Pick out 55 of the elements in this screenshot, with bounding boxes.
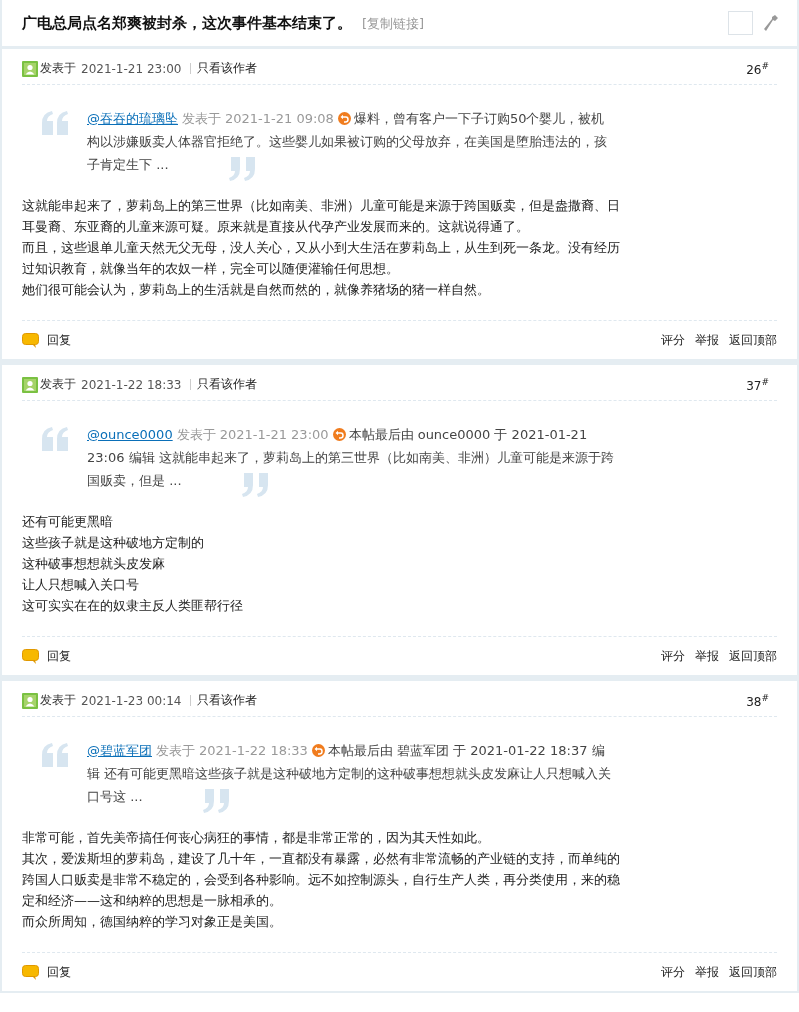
author-only-link[interactable]: 只看该作者 xyxy=(196,692,257,709)
reply-link[interactable]: 回复 xyxy=(22,647,71,665)
action-link[interactable]: 举报 xyxy=(695,331,719,349)
quote-text: @ounce0000 发表于 2021-1-21 23:00 本帖最后由 ounce0000 于 2021-01-21 23:06 编辑 这就能串起来了，萝莉岛上的第三世界（比如南美、非洲）儿童可能是来源于跨国贩卖，但是 ... xyxy=(87,423,617,497)
thread-title: 广电总局点名郑爽被封杀，这次事件基本结束了。 xyxy=(22,13,352,33)
post-text: 这可实实在在的奴隶主反人类匪帮行径 xyxy=(22,597,244,615)
posted-label: 发表于 xyxy=(40,376,76,393)
post-text: 而众所周知，德国纳粹的学习对象正是美国。 xyxy=(22,913,283,931)
quote-mark-icon xyxy=(202,789,231,813)
post-date: 2021-1-22 18:33 xyxy=(81,377,182,392)
quote-mark-icon xyxy=(42,427,70,451)
quote-mark-icon xyxy=(42,743,70,767)
action-link[interactable]: 评分 xyxy=(661,331,685,349)
post-text: 这些孩子就是这种破地方定制的 xyxy=(22,534,205,552)
floor-number: 37$^{#}$ xyxy=(746,376,769,393)
quoted-user-link[interactable]: @ounce0000 xyxy=(87,427,173,442)
quote-mark-icon xyxy=(241,473,270,497)
action-link[interactable]: 返回顶部 xyxy=(729,963,777,981)
quote-mark-icon xyxy=(228,157,257,181)
reply-link[interactable]: 回复 xyxy=(22,331,71,349)
reply-link[interactable]: 回复 xyxy=(22,963,71,981)
post-text: 她们很可能会认为，萝莉岛上的生活就是自然而然的，就像养猪场的猪一样自然。 xyxy=(22,281,491,299)
post-text: 这就能串起来了，萝莉岛上的第三世界（比如南美、非洲）儿童可能是来源于跨国贩卖，但是盎撒裔、日耳曼裔、东亚裔的儿童来源可疑。原来就是直接从代孕产业发展而来的。这就说得通了。 xyxy=(22,197,621,236)
post-text: 非常可能，首先美帝搞任何丧心病狂的事情，都是非常正常的，因为其天性如此。 xyxy=(22,829,491,847)
posted-label: 发表于 xyxy=(40,692,76,709)
quote-text: @吞吞的琉璃坠 发表于 2021-1-21 09:08 爆料，曾有客户一下子订购50个婴儿，被机构以涉嫌贩卖人体器官拒绝了。这些婴儿如果被订购的父母放弃，在美国是堕胎违法的，孩子肯定生下 ... xyxy=(87,107,617,181)
post-text: 这种破事想想就头皮发麻 xyxy=(22,555,166,573)
post-text: 其次，爱泼斯坦的萝莉岛，建设了几十年，一直都没有暴露，必然有非常流畅的产业链的支持，而单纯的跨国人口贩卖是非常不稳定的，会受到各种影响。远不如控制源头，自行生产人类，再分类使用，来的稳定和经济——这和纳粹的思想是一脉相承的。 xyxy=(22,850,621,910)
action-link[interactable]: 返回顶部 xyxy=(729,647,777,665)
post-text: 让人只想喊入关口号 xyxy=(22,576,140,594)
post-text: 而且，这些退单儿童天然无父无母，没人关心，又从小到大生活在萝莉岛上，从生到死一条龙。没有经历过知识教育，就像当年的农奴一样，完全可以随便灌输任何思想。 xyxy=(22,239,621,278)
quoted-user-link[interactable]: @碧蓝军团 xyxy=(87,743,152,758)
posted-label: 发表于 xyxy=(40,60,76,77)
post-date: 2021-1-23 00:14 xyxy=(81,693,182,708)
user-icon xyxy=(22,60,38,77)
action-link[interactable]: 评分 xyxy=(661,647,685,665)
wrench-icon xyxy=(763,14,779,32)
post-date: 2021-1-21 23:00 xyxy=(81,61,182,76)
floor-number: 26$^{#}$ xyxy=(746,60,769,77)
speech-bubble-icon xyxy=(22,648,39,664)
speech-bubble-icon xyxy=(22,332,39,348)
user-icon xyxy=(22,376,38,393)
action-link[interactable]: 返回顶部 xyxy=(729,331,777,349)
action-link[interactable]: 举报 xyxy=(695,963,719,981)
speech-bubble-icon xyxy=(22,964,39,980)
quoted-user-link[interactable]: @吞吞的琉璃坠 xyxy=(87,111,178,126)
action-link[interactable]: 评分 xyxy=(661,963,685,981)
quote-mark-icon xyxy=(42,111,70,135)
action-link[interactable]: 举报 xyxy=(695,647,719,665)
quote-text: @碧蓝军团 发表于 2021-1-22 18:33 本帖最后由 碧蓝军团 于 2021-01-22 18:37 编辑 还有可能更黑暗这些孩子就是这种破地方定制的这种破事想想就头皮发麻让人只想喊入关口号这 ... xyxy=(87,739,617,813)
post-text: 还有可能更黑暗 xyxy=(22,513,114,531)
author-only-link[interactable]: 只看该作者 xyxy=(196,60,257,77)
user-icon xyxy=(22,692,38,709)
author-only-link[interactable]: 只看该作者 xyxy=(196,376,257,393)
floor-number: 38$^{#}$ xyxy=(746,692,769,709)
